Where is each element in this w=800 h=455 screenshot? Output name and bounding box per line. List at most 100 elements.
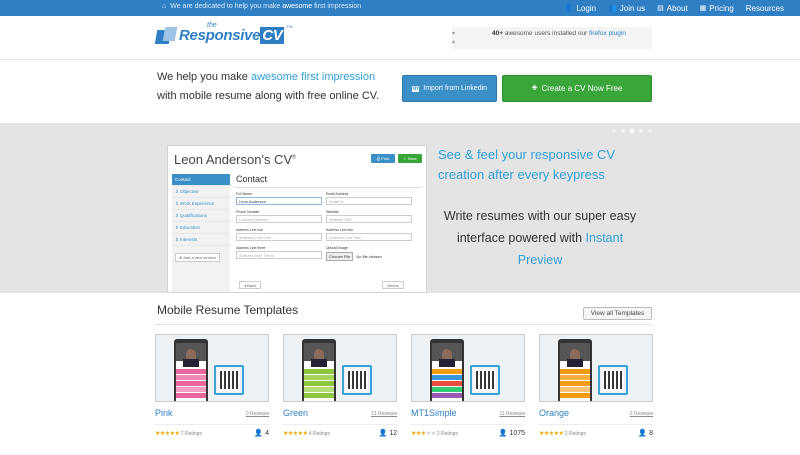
mock-sidebar-item: Contact: [172, 174, 230, 186]
template-name[interactable]: Pink: [155, 408, 173, 418]
template-card[interactable]: MT1Simple 11 Reviews ★★★★★ 2 Ratings 👤 10…: [411, 334, 525, 437]
template-thumbnail[interactable]: [283, 334, 397, 402]
qr-code-icon: [218, 369, 240, 391]
template-rating: ★★★★★ 2 Ratings: [411, 430, 458, 437]
nav-about[interactable]: ▤ About: [657, 4, 688, 13]
slider-dots: [612, 129, 652, 133]
mock-back-button: ◂ Back: [239, 281, 261, 289]
rating-stars-icon: ★★★★★: [155, 430, 180, 437]
nav-pricing[interactable]: ▦ Pricing: [700, 4, 734, 13]
users-icon: 👥: [608, 4, 617, 12]
template-thumbnail[interactable]: [155, 334, 269, 402]
hero-headline: See & feel your responsive CV creation a…: [438, 147, 616, 182]
template-downloads: 👤 1075: [498, 429, 525, 438]
nav-resources[interactable]: Resources: [746, 4, 784, 13]
template-name[interactable]: Orange: [539, 408, 569, 418]
promo-line-1: We help you make awesome first impressio…: [157, 71, 376, 83]
template-thumbnail[interactable]: [411, 334, 525, 402]
home-icon[interactable]: ⌂: [162, 3, 166, 10]
slider-dot-active[interactable]: [630, 129, 634, 133]
template-rating: ★★★★★ 2 Ratings: [539, 430, 586, 437]
mock-sidebar-item: ⇕ Qualifications: [172, 210, 230, 222]
logo-text: the Responsive CV TM: [179, 22, 293, 44]
linkedin-icon: in: [411, 85, 420, 92]
import-linkedin-button[interactable]: in Import from Linkedin: [402, 75, 497, 102]
slider-dot[interactable]: [612, 129, 616, 133]
template-reviews-link[interactable]: 21 Reviews: [371, 411, 397, 418]
create-cv-button[interactable]: ✚ Create a CV Now Free: [502, 75, 652, 102]
mock-cv-title: Leon Anderson's CV®: [174, 152, 296, 167]
mock-website-field: Website Website URL: [326, 210, 412, 223]
template-thumbnail[interactable]: [539, 334, 653, 402]
hero-slider: Leon Anderson's CV® ⎙ Print ✓ Save Conta…: [0, 123, 800, 293]
template-downloads: 👤 8: [638, 429, 653, 438]
qr-code-icon: [474, 369, 496, 391]
nav-login[interactable]: 👤 Login: [565, 4, 596, 13]
save-icon: ✓: [403, 156, 407, 161]
view-all-templates-button[interactable]: View all Templates: [583, 307, 652, 320]
mock-address2-field: Address Line two Address Line Two: [326, 228, 412, 241]
mock-next-button: Next ▸: [382, 281, 404, 289]
template-name[interactable]: Green: [283, 408, 308, 418]
tagline: ⌂ We are dedicated to help you make awes…: [162, 3, 361, 10]
template-rating: ★★★★★ 4 Ratings: [283, 430, 330, 437]
grid-icon: ▦: [699, 4, 707, 12]
templates-title: Mobile Resume Templates: [157, 303, 299, 317]
firefox-plugin-link[interactable]: firefox plugin: [589, 30, 626, 37]
template-name[interactable]: MT1Simple: [411, 408, 457, 418]
rating-stars-icon: ★★★★★: [539, 430, 564, 437]
mock-file-input: Choose File No file chosen: [326, 252, 382, 261]
promo-section: We help you make awesome first impressio…: [0, 61, 800, 123]
header: the Responsive CV TM: [0, 16, 800, 60]
top-nav: 👤 Login 👥 Join us ▤ About ▦ Pricing Resource…: [565, 0, 784, 16]
promo-line-2: with mobile resume along with free onlin…: [157, 90, 380, 102]
user-icon: 👤: [638, 430, 648, 437]
user-icon: 👤: [564, 4, 574, 12]
template-reviews-link[interactable]: 2 Reviews: [630, 411, 653, 418]
slider-dot[interactable]: [648, 129, 652, 133]
user-icon: 👤: [498, 430, 508, 437]
rating-stars-icon: ★★★★★: [411, 430, 436, 437]
card-icon: ▤: [657, 4, 664, 12]
mock-fullname-field: Full Name Leon Anderson: [236, 192, 322, 205]
mock-sidebar: Contact ⇕ Objective ⇕ Work Experience ⇕ …: [172, 174, 230, 292]
mock-sidebar-item: ⇕ Work Experience: [172, 198, 230, 210]
template-downloads: 👤 4: [254, 429, 269, 438]
phone-mockup-icon: [174, 339, 208, 401]
logo-mark-icon: [154, 26, 178, 46]
slider-dot[interactable]: [621, 129, 625, 133]
phone-mockup-icon: [302, 339, 336, 401]
template-card[interactable]: Orange 2 Reviews ★★★★★ 2 Ratings 👤 8: [539, 334, 653, 437]
mock-email-field: Email Address Email Id: [326, 192, 412, 205]
users-installed-box: ▾ ▴ 40+ awesome users installed our firef…: [452, 27, 652, 49]
template-card[interactable]: Green 21 Reviews ★★★★★ 4 Ratings 👤 12: [283, 334, 397, 437]
logo[interactable]: the Responsive CV TM: [154, 22, 293, 48]
template-downloads: 👤 12: [378, 429, 397, 438]
template-rating: ★★★★★ 7 Ratings: [155, 430, 202, 437]
mock-sidebar-item: ⇕ Interests: [172, 234, 230, 246]
mock-save-button: ✓ Save: [398, 154, 422, 163]
scroll-arrows-icon[interactable]: ▾ ▴: [452, 30, 455, 46]
user-icon: 👤: [254, 430, 264, 437]
phone-mockup-icon: [430, 339, 464, 401]
template-reviews-link[interactable]: 11 Reviews: [500, 411, 525, 418]
template-reviews-link[interactable]: 0 Reviews: [246, 411, 269, 418]
cv-editor-preview: Leon Anderson's CV® ⎙ Print ✓ Save Conta…: [167, 145, 427, 293]
hero-subtext: Write resumes with our super easy interf…: [443, 209, 637, 267]
user-icon: 👤: [378, 430, 388, 437]
qr-code-icon: [602, 369, 624, 391]
template-card[interactable]: Pink 0 Reviews ★★★★★ 7 Ratings 👤 4: [155, 334, 269, 437]
qr-code-icon: [346, 369, 368, 391]
mock-upload-label: Upload Image: [326, 246, 348, 250]
mock-add-section: ⊕ Add a new section: [175, 253, 220, 262]
top-bar: ⌂ We are dedicated to help you make awes…: [0, 0, 800, 16]
slider-dot[interactable]: [639, 129, 643, 133]
nav-join-us[interactable]: 👥 Join us: [608, 4, 645, 13]
mock-sidebar-item: ⇕ Education: [172, 222, 230, 234]
mock-phone-field: Phone Number Contact Number: [236, 210, 322, 223]
print-icon: ⎙: [376, 156, 380, 161]
plus-icon: ✚: [531, 85, 538, 92]
mock-print-button: ⎙ Print: [371, 154, 395, 163]
mock-sidebar-item: ⇕ Objective: [172, 186, 230, 198]
phone-mockup-icon: [558, 339, 592, 401]
